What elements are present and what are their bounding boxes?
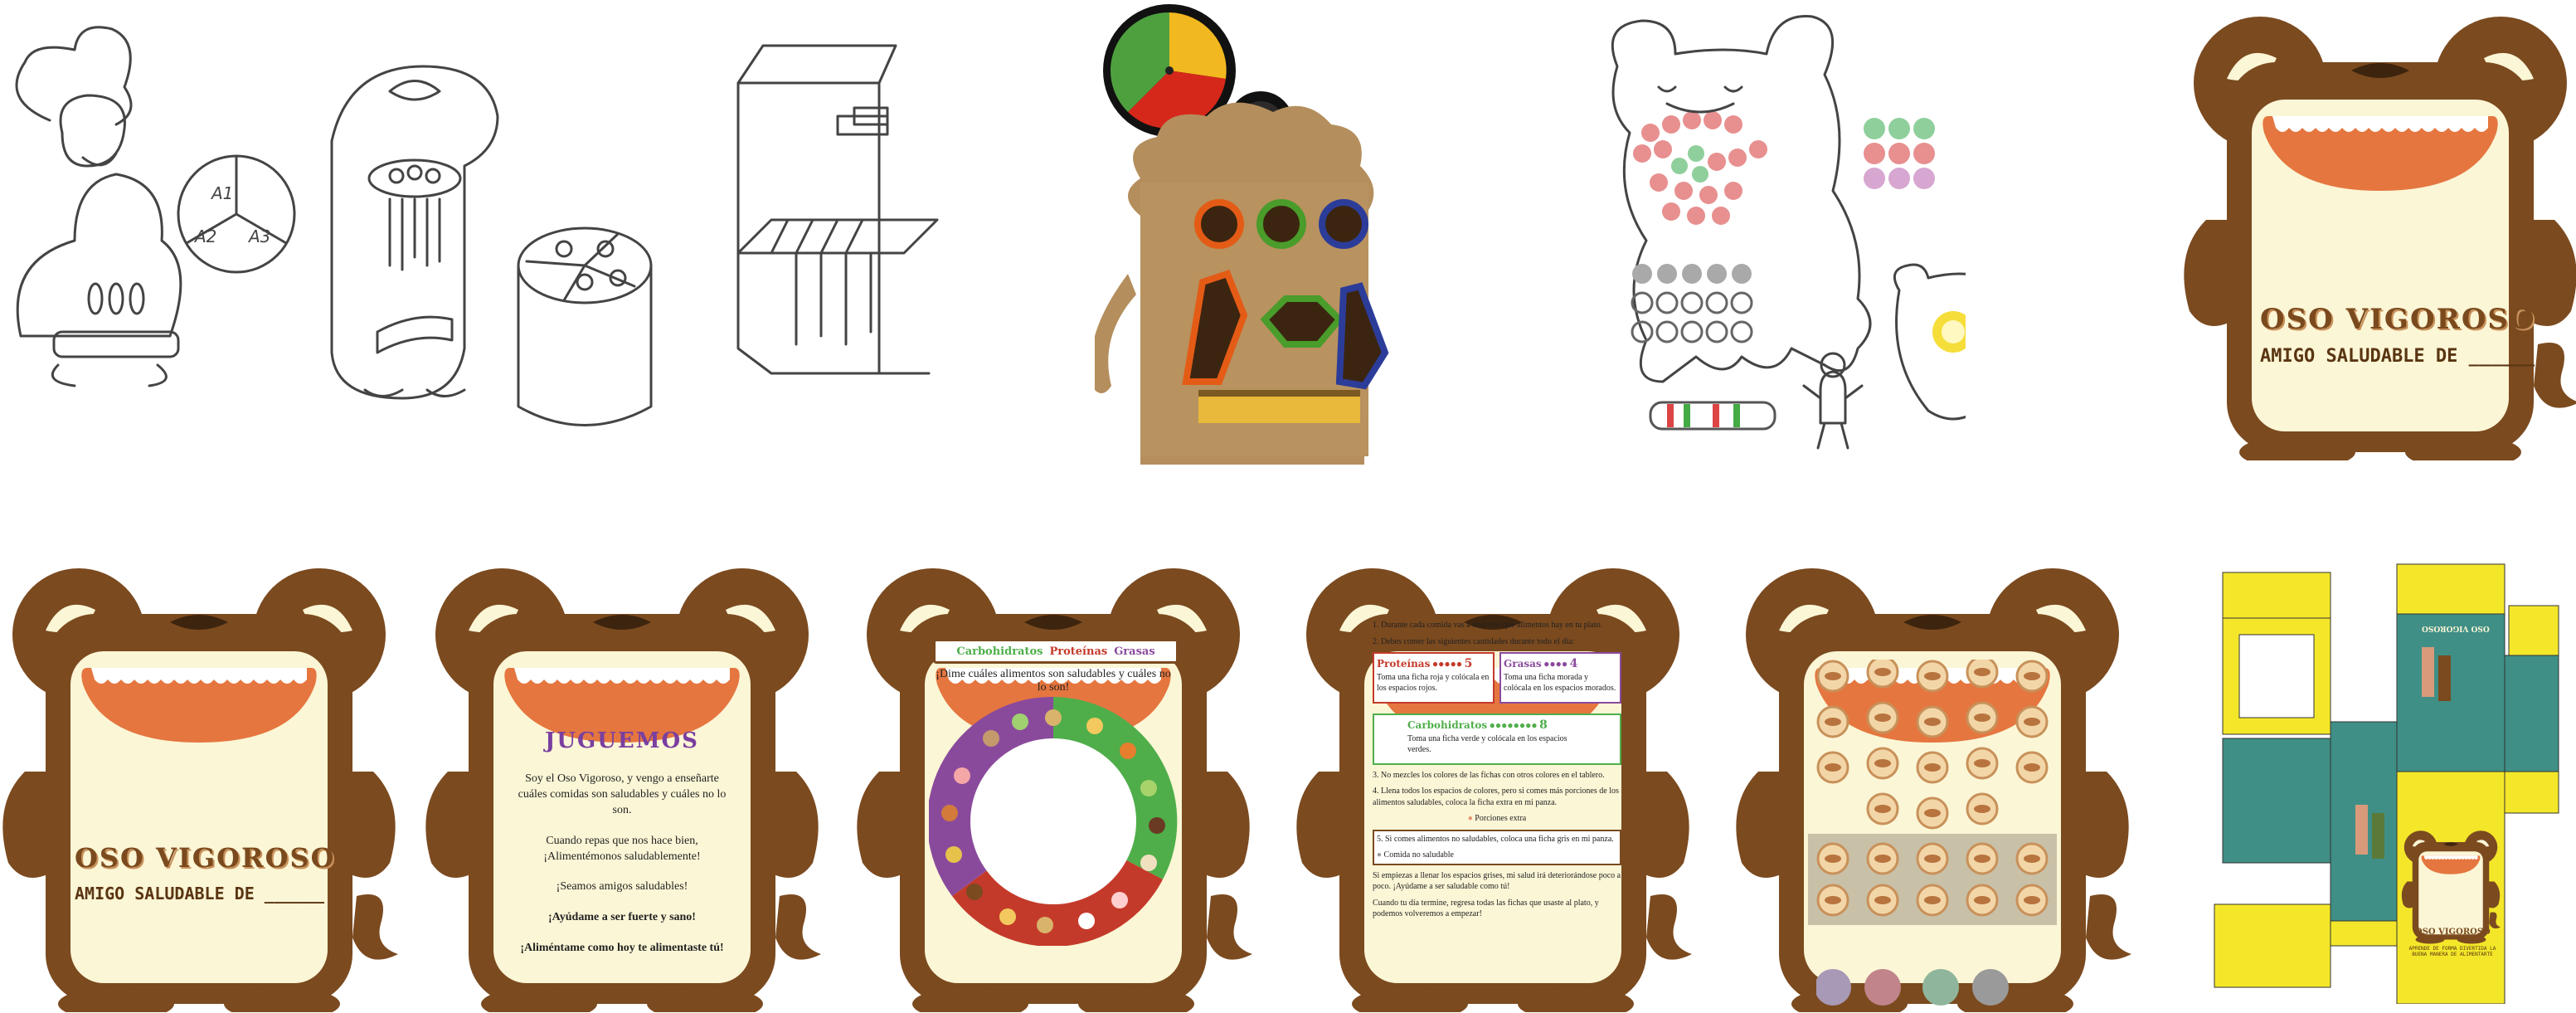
bear-doodle-panel (1567, 0, 2018, 481)
juguemos-body: Soy el Oso Vigoroso, y vengo a enseñarte… (514, 772, 730, 972)
porciones-extra-row: ● Porciones extra (1373, 813, 1621, 825)
healthy-chip-slots (1816, 660, 2049, 830)
prototype-illustration (1091, 4, 1389, 465)
sketch-drum (517, 226, 653, 426)
instruction-step: 1. Durante cada comida vas a observar qu… (1373, 621, 1603, 630)
header-proteinas: Proteínas (1049, 645, 1108, 658)
juguemos-paragraph: ¡Ayúdame a ser fuerte y sano! (548, 911, 696, 924)
proteinas-count: 5 (1464, 657, 1473, 670)
no-saludable-box: 5. Si comes alimentos no saludables, col… (1373, 829, 1621, 865)
grasas-count: 4 (1569, 657, 1578, 670)
instruction-step: 3. No mezcles los colores de las fichas … (1373, 770, 1605, 780)
proteinas-text: Toma una ficha roja y colócala en los es… (1377, 672, 1490, 694)
chip-board (1808, 660, 2057, 925)
proteinas-label: Proteínas (1377, 658, 1431, 670)
chip-color-legend (1816, 969, 2009, 1006)
instructions-card: 1. Durante cada comida vas a observar qu… (1294, 552, 1692, 1012)
juguemos-card: JUGUEMOS Soy el Oso Vigoroso, y vengo a … (423, 564, 821, 1012)
cube-label-a1: A1 (210, 183, 233, 203)
concept-sketches: A1 A2 A3 (15, 26, 939, 426)
cardboard-box (1091, 102, 1389, 465)
food-wheel-card: Carbohidratos Proteínas Grasas ¡Dime cuá… (854, 552, 1252, 1012)
proteinas-box: Proteínas ●●●●● 5 Toma una ficha roja y … (1373, 652, 1495, 704)
extra-chip-icon: ● (1467, 814, 1473, 824)
red-chip (1864, 969, 1901, 1006)
proteinas-dots: ●●●●● (1431, 658, 1463, 670)
cube-label-a3: A3 (247, 226, 270, 246)
sketch-cube: A1 A2 A3 (177, 154, 296, 274)
purple-chip (1816, 969, 1851, 1006)
carb-label: Carbohidratos (1407, 718, 1488, 731)
juguemos-title: JUGUEMOS (545, 728, 699, 753)
juguemos-paragraph: Soy el Oso Vigoroso, y vengo a enseñarte… (518, 772, 727, 816)
grasas-dots: ●●●● (1543, 658, 1568, 670)
box-template: OSO VIGOROSO APRENDE DE FORMA DIVERTIDA … (2198, 556, 2571, 1005)
cover-small-subtitle: AMIGO SALUDABLE DE ______ (75, 884, 325, 903)
instruction-footer: Cuando tu día termine, regresa todas las… (1373, 898, 1599, 919)
grasas-text: Toma una ficha morada y colócala en los … (1504, 672, 1616, 694)
cube-label-a2: A2 (193, 226, 216, 246)
juguemos-paragraph: ¡Aliméntame como hoy te alimentaste tú! (520, 942, 724, 955)
juguemos-paragraph: Cuando repas que nos hace bien, ¡Aliment… (543, 834, 701, 863)
grasas-label: Grasas (1504, 658, 1542, 670)
cover-card: OSO VIGOROSO AMIGO SALUDABLE DE ______ (2181, 12, 2576, 460)
gray-chip-icon: ● (1377, 850, 1383, 860)
sketch-character (15, 26, 182, 387)
instruction-step: 4. Llena todos los espacios de colores, … (1373, 787, 1619, 807)
sketch-panel: A1 A2 A3 (0, 0, 954, 465)
cover-subtitle: AMIGO SALUDABLE DE ______ (2260, 346, 2535, 367)
box-dieline (2214, 563, 2559, 1005)
cover-title: OSO VIGOROSO (2260, 303, 2536, 336)
carbohidratos-box: Carbohidratos ●●●●●●●● 8 Toma una ficha … (1373, 713, 1621, 765)
wheel-question: ¡Dime cuáles alimentos son saludables y … (936, 668, 1171, 694)
bear-doodle (1611, 15, 2018, 450)
food-wheel (929, 697, 1178, 946)
carb-dots: ●●●●●●●● (1489, 718, 1538, 731)
gray-chip (1972, 969, 2009, 1006)
box-subtitle: APRENDE DE FORMA DIVERTIDA LA BUENA MANE… (2408, 946, 2496, 957)
wheel-center (970, 738, 1136, 904)
carb-count: 8 (1539, 718, 1548, 732)
macro-header-bar: Carbohidratos Proteínas Grasas (933, 639, 1179, 664)
instruction-step: 2. Debes comer las siguientes cantidades… (1373, 636, 1575, 646)
green-chip (1922, 969, 1959, 1006)
instructions-body: 1. Durante cada comida vas a observar qu… (1373, 620, 1621, 925)
comida-no-saludable-label: Comida no saludable (1383, 850, 1454, 860)
bear-card-illustration (2184, 17, 2576, 460)
instruction-step: 5. Si comes alimentos no saludables, col… (1377, 834, 1614, 844)
box-title: OSO VIGOROSO (2415, 928, 2491, 937)
porciones-extra-label: Porciones extra (1475, 814, 1527, 824)
cover-small-title: OSO VIGOROSO (75, 842, 336, 874)
instruction-footer: Si empiezas a llenar los espacios grises… (1373, 870, 1621, 892)
header-carbohidratos: Carbohidratos (956, 645, 1043, 658)
juguemos-paragraph: ¡Seamos amigos saludables! (556, 880, 688, 894)
sketch-dispenser (330, 65, 499, 400)
bear-card-illustration (2, 568, 398, 1012)
macro-row: Proteínas ●●●●● 5 Toma una ficha roja y … (1373, 652, 1621, 709)
grasas-box: Grasas ●●●● 4 Toma una ficha morada y co… (1499, 652, 1621, 704)
box-side-title: OSO VIGOROSO (2422, 624, 2490, 632)
sketch-machine (736, 44, 939, 375)
cardboard-prototype (1091, 0, 1427, 465)
carb-text: Toma una ficha verde y colócala en los e… (1407, 733, 1567, 755)
chip-board-card (1733, 552, 2131, 1012)
header-grasas: Grasas (1114, 645, 1155, 658)
cover-card-small: OSO VIGOROSO AMIGO SALUDABLE DE ______ (0, 564, 398, 1012)
